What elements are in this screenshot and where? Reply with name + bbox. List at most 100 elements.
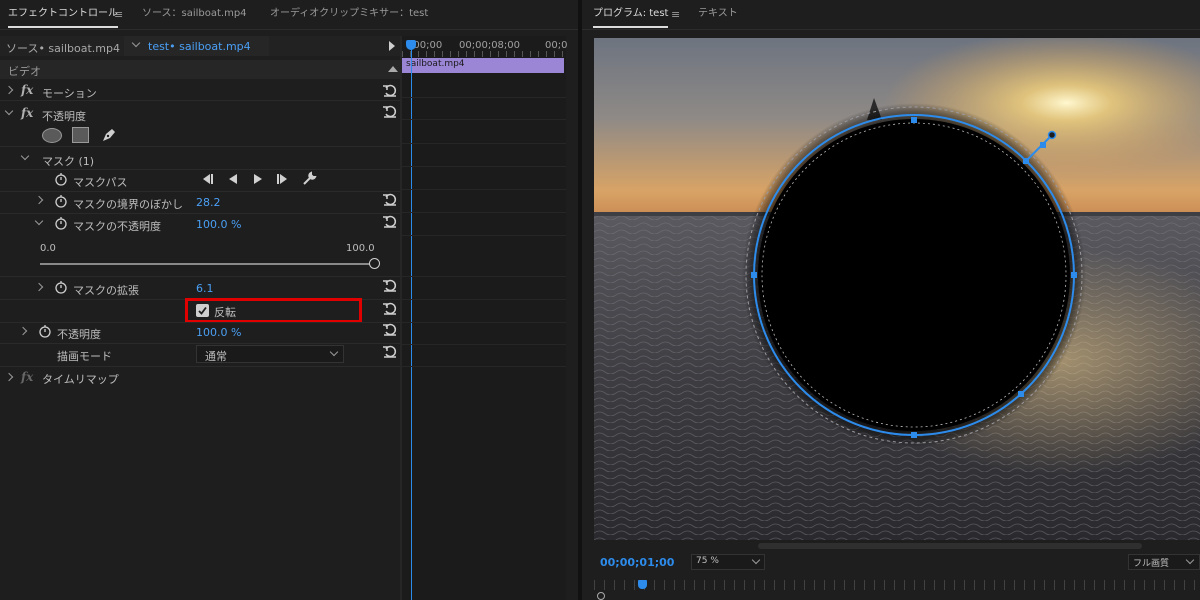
tab-text[interactable]: テキスト	[698, 0, 738, 28]
checkmark-icon	[198, 306, 207, 315]
tab-effect-controls[interactable]: エフェクトコントロール	[8, 0, 118, 28]
timeline-ticks	[402, 51, 566, 57]
rectangle-mask-tool-icon[interactable]	[72, 127, 89, 143]
timeline-row-line	[402, 143, 566, 144]
ellipse-mask-tool-icon[interactable]	[42, 128, 62, 143]
slider-max-label: 100.0	[346, 243, 375, 254]
mask-expansion-value[interactable]: 6.1	[196, 282, 214, 295]
mini-timeline[interactable]	[402, 36, 566, 600]
program-video-frame[interactable]	[594, 38, 1200, 540]
reset-icon[interactable]	[382, 192, 398, 206]
pen-mask-tool-icon[interactable]	[100, 126, 118, 144]
row-divider	[0, 191, 400, 192]
panel-menu-icon[interactable]: ≡	[671, 8, 680, 21]
inverted-checkbox[interactable]	[196, 304, 209, 317]
track-backward-one-frame-icon[interactable]	[200, 173, 214, 185]
motion-label: モーション	[42, 87, 97, 100]
row-divider	[0, 169, 400, 170]
video-header-label: ビデオ	[8, 65, 41, 78]
track-forward-one-frame-icon[interactable]	[276, 173, 290, 185]
tab-program-monitor[interactable]: プログラム: test	[593, 0, 669, 28]
blend-mode-value: 通常	[205, 350, 227, 363]
timeline-row-line	[402, 299, 566, 300]
zoom-dropdown[interactable]: 75 %	[691, 554, 765, 570]
reset-icon[interactable]	[382, 322, 398, 336]
monitor-time-ruler[interactable]	[594, 580, 1200, 590]
mask-group-label[interactable]: マスク (1)	[42, 153, 94, 169]
timeline-row-line	[402, 276, 566, 277]
opacity-effect-label: 不透明度	[42, 110, 86, 123]
inverted-label: 反転	[214, 306, 236, 319]
monitor-playhead-handle[interactable]	[638, 580, 647, 589]
reset-icon[interactable]	[382, 104, 398, 118]
row-divider	[0, 322, 400, 323]
panel-divider	[0, 29, 578, 30]
wrench-icon[interactable]	[302, 171, 317, 186]
timeline-clip-label: sailboat.mp4	[406, 59, 465, 69]
panel-menu-icon[interactable]: ≡	[114, 8, 123, 21]
timeline-row-line	[402, 322, 566, 323]
timeline-row-line	[402, 344, 566, 345]
quality-value: フル画質	[1133, 559, 1170, 569]
video-section-header	[0, 60, 400, 79]
stopwatch-icon[interactable]	[54, 216, 68, 230]
timeline-end-time: 00;0	[545, 40, 568, 51]
mask-opacity-slider-fill	[40, 263, 374, 265]
tab-source[interactable]: ソース：sailboat.mp4	[142, 0, 247, 28]
row-divider	[0, 366, 400, 367]
stopwatch-icon[interactable]	[54, 172, 68, 186]
reset-icon[interactable]	[382, 278, 398, 292]
opacity-value[interactable]: 100.0 %	[196, 326, 241, 339]
panel-divider	[582, 29, 1200, 30]
ec-divider	[400, 36, 402, 600]
fx-icon[interactable]: fx	[21, 83, 33, 97]
inverted-highlight-box	[185, 298, 362, 323]
slider-min-label: 0.0	[40, 243, 56, 254]
opacity-label: 不透明度	[57, 328, 101, 341]
row-divider	[0, 100, 400, 101]
mask-path-label: マスクパス	[73, 176, 128, 189]
mask-feather-label: マスクの境界のぼかし	[73, 198, 183, 211]
reset-icon[interactable]	[382, 301, 398, 315]
timeline-row-line	[402, 212, 566, 213]
blend-mode-dropdown[interactable]: 通常	[196, 345, 344, 363]
sequence-clip-label: test• sailboat.mp4	[148, 40, 251, 53]
tab-audio-clip-mixer[interactable]: オーディオクリップミキサー：test	[270, 0, 428, 28]
stopwatch-icon[interactable]	[54, 194, 68, 208]
timeline-clip[interactable]: sailboat.mp4	[402, 58, 564, 73]
mask-opacity-value[interactable]: 100.0 %	[196, 218, 241, 231]
row-divider	[0, 213, 400, 214]
timeline-row-line	[402, 119, 566, 120]
playhead-timecode[interactable]: 00;00;01;00	[600, 556, 674, 569]
timeline-row-line	[402, 97, 566, 98]
playhead-line[interactable]	[411, 48, 412, 600]
mask-opacity-label: マスクの不透明度	[73, 220, 161, 233]
collapse-up-icon[interactable]	[388, 66, 398, 72]
fx-icon[interactable]: fx	[21, 370, 33, 384]
fx-icon[interactable]: fx	[21, 106, 33, 120]
stopwatch-icon[interactable]	[54, 280, 68, 294]
time-remap-label: タイムリマップ	[42, 373, 119, 386]
source-clip-label: ソース• sailboat.mp4	[6, 42, 120, 55]
monitor-horizontal-scrollbar[interactable]	[758, 543, 1142, 549]
mask-feather-value[interactable]: 28.2	[196, 196, 221, 209]
sunset-sailboat-video-image	[594, 38, 1200, 540]
zoom-value: 75 %	[696, 556, 719, 566]
row-divider	[0, 276, 400, 277]
monitor-ruler-start-marker	[597, 592, 605, 600]
mask-opacity-slider-handle[interactable]	[369, 258, 380, 269]
reset-icon[interactable]	[382, 344, 398, 358]
timeline-mid-time: 00;00;08;00	[459, 40, 521, 51]
play-audio-icon[interactable]	[389, 41, 395, 51]
reset-icon[interactable]	[382, 214, 398, 228]
reset-icon[interactable]	[382, 83, 398, 97]
stopwatch-icon[interactable]	[38, 324, 52, 338]
timeline-row-line	[402, 235, 566, 236]
timeline-row-line	[402, 189, 566, 190]
next-keyframe-icon[interactable]	[252, 173, 264, 185]
row-divider	[0, 146, 400, 147]
sequence-clip-dropdown[interactable]: test• sailboat.mp4	[124, 36, 269, 56]
chevron-down-icon	[751, 555, 761, 565]
quality-dropdown[interactable]: フル画質	[1128, 554, 1200, 570]
previous-keyframe-icon[interactable]	[227, 173, 239, 185]
